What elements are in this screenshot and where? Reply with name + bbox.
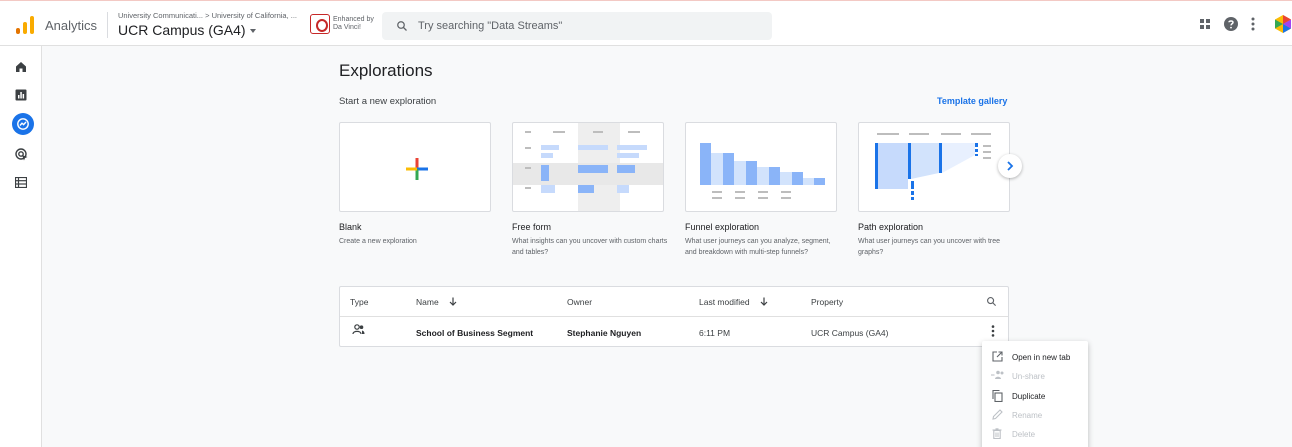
col-header-type: Type [350,297,369,307]
col-header-last-modified-label: Last modified [699,297,750,307]
account-avatar-icon[interactable] [1273,14,1292,34]
more-vert-icon[interactable] [991,325,995,337]
col-header-property: Property [811,297,844,307]
app-name: Analytics [45,18,98,33]
property-selector[interactable]: UCR Campus (GA4) [118,22,256,38]
property-name: UCR Campus (GA4) [118,22,246,38]
search-icon [397,21,407,31]
carousel-next-button[interactable] [998,154,1022,178]
path-thumbnail [875,133,991,200]
menu-delete[interactable]: Delete [982,425,1088,444]
arrow-down-icon [449,297,457,306]
section-subhead: Start a new exploration [339,96,437,107]
arrow-down-icon [760,297,768,306]
shared-users-icon [352,324,365,335]
col-header-name-label: Name [416,297,439,307]
reports-icon [15,89,27,101]
plus-icon [406,158,428,180]
menu-rename[interactable]: Rename [982,406,1088,425]
search-input[interactable] [418,12,758,40]
breadcrumb[interactable]: University Communicati... > University o… [118,11,297,20]
caret-down-icon [249,29,256,34]
open-in-new-icon [992,351,1003,362]
template-card-funnel[interactable] [685,122,837,212]
chevron-right-icon [1007,161,1014,171]
row-property: UCR Campus (GA4) [811,328,889,338]
row-context-menu: Open in new tab Un-share Duplicate Renam… [982,341,1088,447]
nav-advertising[interactable] [13,146,29,162]
menu-label: Rename [1012,411,1043,420]
col-header-owner: Owner [567,297,593,307]
search-icon[interactable] [986,296,997,307]
menu-label: Un-share [1012,372,1045,381]
left-nav [0,46,42,447]
explorations-table: Type Name Owner Last modified Property S… [339,286,1009,347]
apps-grid-icon[interactable] [1199,18,1211,30]
menu-duplicate[interactable]: Duplicate [982,387,1088,406]
app-header: Analytics University Communicati... > Un… [0,1,1292,46]
copy-icon [992,390,1003,402]
free-form-thumbnail [513,123,663,211]
nav-explore[interactable] [12,113,34,135]
template-desc: What user journeys can you uncover with … [858,238,1001,256]
advertising-icon [14,147,27,160]
template-desc: Create a new exploration [339,238,417,245]
menu-unshare[interactable]: Un-share [982,367,1088,386]
header-divider [107,12,108,38]
search-bar[interactable] [382,12,772,40]
menu-open-new-tab[interactable]: Open in new tab [982,348,1088,367]
template-title: Funnel exploration [685,222,760,232]
col-header-name[interactable]: Name [416,297,457,307]
header-divider [340,316,1008,317]
help-icon[interactable] [1224,17,1238,31]
template-card-free-form[interactable] [512,122,664,212]
nav-configure[interactable] [13,174,29,190]
funnel-thumbnail [700,143,825,199]
menu-label: Delete [1012,430,1036,439]
pencil-icon [992,409,1003,420]
page-title: Explorations [339,61,433,80]
home-icon [16,62,26,72]
template-card-path[interactable] [858,122,1010,212]
nav-home[interactable] [13,59,29,75]
analytics-logo-icon[interactable] [16,16,34,34]
extension-icon[interactable] [310,14,330,34]
template-title: Path exploration [858,222,924,232]
trash-icon [992,428,1002,439]
extension-label: Enhanced by Da Vinci! [333,16,374,31]
template-title: Free form [512,222,552,232]
menu-label: Duplicate [1012,392,1046,401]
template-card-blank[interactable] [339,122,491,212]
more-vert-icon[interactable] [1251,17,1255,31]
row-last-modified: 6:11 PM [699,328,731,338]
template-desc: What user journeys can you analyze, segm… [685,238,831,256]
template-gallery-link[interactable]: Template gallery [937,96,1007,106]
col-header-last-modified[interactable]: Last modified [699,297,768,307]
row-name[interactable]: School of Business Segment [416,328,533,338]
unshare-icon [991,370,1004,379]
template-desc: What insights can you uncover with custo… [512,238,668,256]
menu-label: Open in new tab [1012,353,1071,362]
row-owner: Stephanie Nguyen [567,328,642,338]
template-title: Blank [339,222,362,232]
explore-icon [17,118,29,130]
list-icon [15,176,27,188]
nav-reports[interactable] [13,87,29,103]
